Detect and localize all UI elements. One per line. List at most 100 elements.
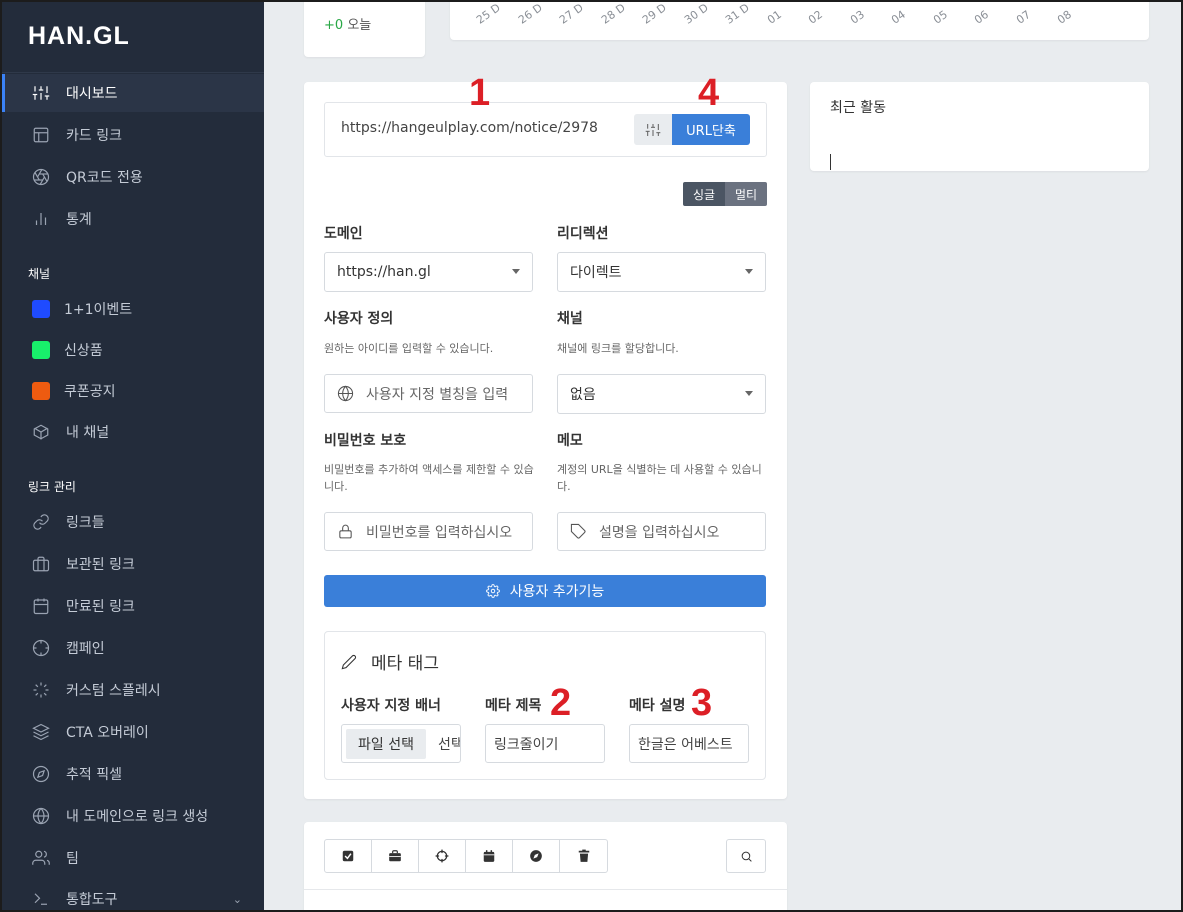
search-icon	[741, 851, 752, 862]
sidebar-item-team[interactable]: 팀	[2, 839, 264, 877]
layers-icon	[32, 723, 50, 741]
url-input[interactable]: https://hangeulplay.com/notice/2978	[341, 120, 598, 136]
box-icon	[32, 423, 50, 441]
sidebar-item-label: 대시보드	[66, 86, 118, 102]
toggle-multi[interactable]: 멀티	[725, 182, 767, 206]
caret-down-icon	[745, 391, 753, 396]
memo-input[interactable]: 설명을 입력하십시오	[557, 512, 766, 551]
password-placeholder: 비밀번호를 입력하십시오	[366, 524, 513, 541]
annotation-marker-4: 4	[698, 72, 720, 114]
extra-features-label: 사용자 추가기능	[509, 584, 605, 600]
terminal-icon	[32, 890, 50, 908]
sidebar-item-label: QR코드 전용	[66, 170, 143, 186]
sidebar-item-label: 캠페인	[66, 641, 105, 657]
sidebar-item-qr[interactable]: QR코드 전용	[2, 158, 264, 196]
users-icon	[32, 849, 50, 867]
sidebar-item-label: 추적 픽셀	[66, 767, 122, 783]
sidebar-item-label: 쿠폰공지	[64, 384, 116, 400]
custom-alias-label: 사용자 정의	[324, 311, 394, 327]
stat-change: +0 오늘	[324, 14, 371, 33]
chevron-down-icon: ⌄	[232, 892, 242, 906]
sidebar-item-archived[interactable]: 보관된 링크	[2, 545, 264, 583]
check-square-icon	[342, 850, 354, 862]
sidebar-item-custom-domain[interactable]: 내 도메인으로 링크 생성	[2, 797, 264, 835]
url-options-button[interactable]	[634, 114, 672, 145]
sidebar-item-integrations[interactable]: 통합도구 ⌄	[2, 880, 264, 910]
file-select-button[interactable]: 파일 선택	[346, 728, 426, 759]
caret-down-icon	[512, 269, 520, 274]
x-tick-label: 02	[806, 7, 825, 27]
sidebar-item-label: 커스텀 스플레시	[66, 683, 161, 699]
sidebar-item-campaign[interactable]: 캠페인	[2, 629, 264, 667]
globe-icon	[337, 385, 354, 402]
links-card	[304, 822, 787, 910]
select-all-button[interactable]	[325, 840, 372, 872]
crosshair-icon	[435, 849, 449, 863]
sidebar-item-card-link[interactable]: 카드 링크	[2, 116, 264, 154]
x-tick-label: 26 D	[515, 2, 545, 27]
x-tick-label: 06	[972, 7, 991, 27]
sidebar-item-label: 팀	[66, 851, 79, 867]
sidebar-item-splash[interactable]: 커스텀 스플레시	[2, 671, 264, 709]
x-tick-label: 07	[1013, 7, 1033, 27]
expire-button[interactable]	[466, 840, 513, 872]
banner-file-input[interactable]: 파일 선택 선택	[341, 724, 461, 763]
sidebar-item-expired[interactable]: 만료된 링크	[2, 587, 264, 625]
sidebar-item-my-channels[interactable]: 내 채널	[2, 413, 264, 451]
shorten-url-button[interactable]: URL단축	[672, 114, 750, 145]
x-tick-label: 08	[1055, 7, 1074, 27]
gear-icon	[485, 584, 500, 598]
bar-chart-icon	[32, 210, 50, 228]
x-tick-label: 01	[764, 7, 784, 27]
redirect-select[interactable]: 다이렉트	[557, 252, 766, 292]
password-input[interactable]: 비밀번호를 입력하십시오	[324, 512, 533, 551]
search-button[interactable]	[726, 839, 766, 873]
annotation-marker-2: 2	[550, 682, 572, 724]
sidebar-item-label: 만료된 링크	[66, 599, 135, 615]
custom-alias-input[interactable]: 사용자 지정 별칭을 입력	[324, 374, 533, 413]
x-tick-label: 25 D	[474, 2, 503, 27]
sidebar-item-links[interactable]: 링크들	[2, 503, 264, 541]
brand-logo[interactable]: HAN.GL	[28, 22, 130, 50]
domain-select[interactable]: https://han.gl	[324, 252, 533, 292]
pixel-button[interactable]	[513, 840, 560, 872]
briefcase-icon	[32, 555, 50, 573]
sidebar-item-stats[interactable]: 통계	[2, 200, 264, 238]
sidebar-item-label: 신상품	[64, 343, 103, 359]
meta-tag-title: 메타 태그	[341, 649, 439, 674]
x-tick-label: 04	[889, 7, 908, 27]
meta-tag-title-text: 메타 태그	[371, 654, 439, 674]
sidebar-item-label: CTA 오버레이	[66, 725, 149, 741]
sidebar-item-pixel[interactable]: 추적 픽셀	[2, 755, 264, 793]
meta-tag-section: 메타 태그 사용자 지정 배너 메타 제목 메타 설명 2 3 파일 선택 선택…	[324, 631, 766, 780]
meta-desc-input[interactable]: 한글은 어베스트	[629, 724, 749, 763]
channel-select[interactable]: 없음	[557, 374, 766, 414]
sidebar-item-cta[interactable]: CTA 오버레이	[2, 713, 264, 751]
memo-help: 계정의 URL을 식별하는 데 사용할 수 있습니다.	[557, 463, 762, 493]
globe-icon	[32, 807, 50, 825]
recent-activity-title: 최근 활동	[830, 100, 886, 116]
sidebar-channel-event[interactable]: 1+1이벤트	[2, 290, 264, 328]
sidebar-item-label: 통계	[66, 212, 92, 228]
delete-button[interactable]	[560, 840, 607, 872]
x-tick-label: 28 D	[598, 2, 628, 27]
lock-icon	[337, 523, 354, 540]
file-status: 선택	[437, 736, 460, 753]
toggle-single[interactable]: 싱글	[683, 182, 725, 206]
caret-down-icon	[745, 269, 753, 274]
sidebar-channel-new-product[interactable]: 신상품	[2, 331, 264, 369]
sliders-icon	[32, 84, 50, 102]
password-label: 비밀번호 보호	[324, 433, 407, 449]
sidebar-channel-coupon[interactable]: 쿠폰공지	[2, 372, 264, 410]
campaign-button[interactable]	[419, 840, 466, 872]
recent-activity-card: 최근 활동	[810, 82, 1149, 171]
archive-button[interactable]	[372, 840, 419, 872]
domain-select-value: https://han.gl	[337, 264, 431, 280]
sidebar-item-dashboard[interactable]: 대시보드	[2, 74, 264, 112]
extra-features-button[interactable]: 사용자 추가기능	[324, 575, 766, 607]
sidebar-item-label: 보관된 링크	[66, 557, 135, 573]
sliders-icon	[645, 123, 661, 136]
meta-title-input[interactable]: 링크줄이기	[485, 724, 605, 763]
annotation-marker-1: 1	[469, 72, 491, 114]
stat-card: +0 오늘	[304, 2, 425, 57]
